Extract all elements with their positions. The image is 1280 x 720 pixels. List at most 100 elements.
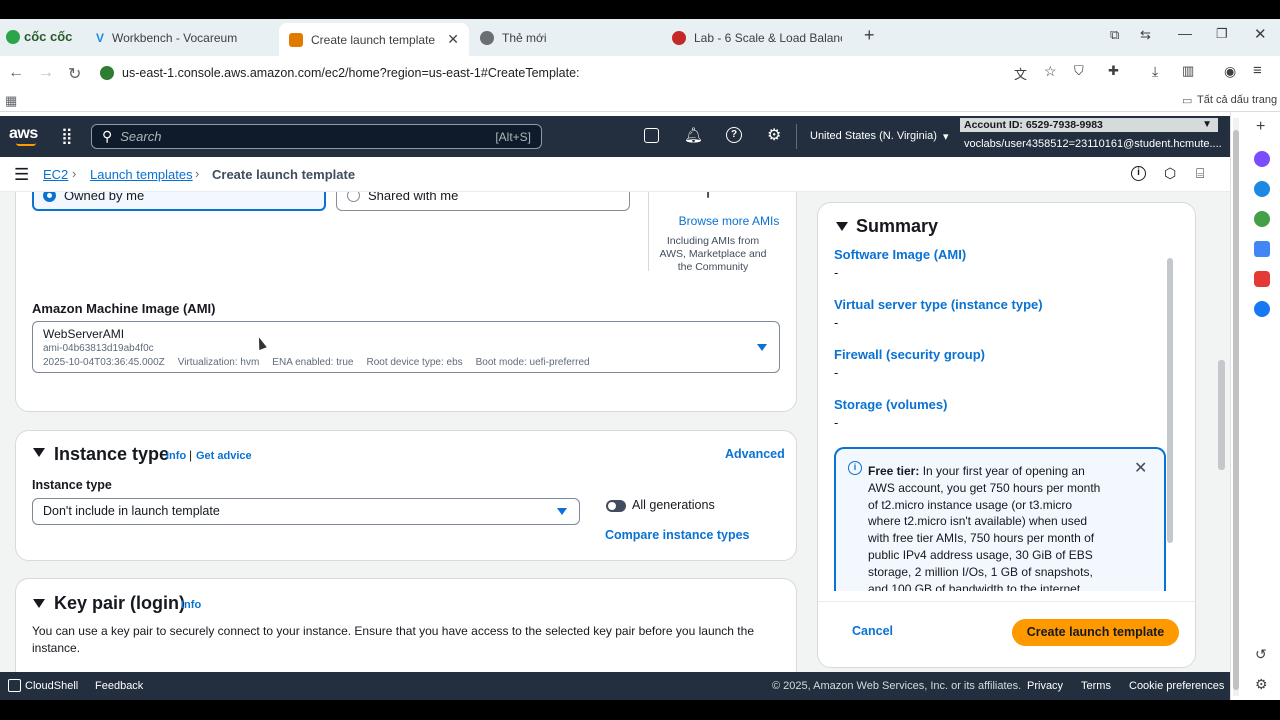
- close-tab-icon[interactable]: ✕: [447, 31, 459, 48]
- cancel-button[interactable]: Cancel: [852, 624, 893, 638]
- settings-gear-icon[interactable]: ⚙: [767, 125, 781, 145]
- apps-grid-icon[interactable]: ▦: [5, 93, 17, 109]
- instance-type-select[interactable]: Don't include in launch template: [32, 498, 580, 525]
- tab-workbench[interactable]: V Workbench - Vocareum: [86, 23, 276, 53]
- feedback-panel-icon[interactable]: ⌸: [1196, 165, 1204, 182]
- free-tier-alert: i ✕ Free tier: In your first year of ope…: [834, 447, 1166, 591]
- services-grid-icon[interactable]: ⣿: [61, 126, 73, 146]
- search-placeholder: Search: [120, 129, 162, 144]
- close-alert-icon[interactable]: ✕: [1134, 458, 1147, 478]
- create-launch-template-button[interactable]: Create launch template: [1012, 619, 1179, 646]
- radio-unselected[interactable]: [347, 192, 360, 202]
- bookmarks-bar: ▦ ▭ Tất cả dấu trang: [0, 90, 1280, 112]
- side-settings-icon[interactable]: ⚙: [1255, 676, 1268, 693]
- advanced-link[interactable]: Advanced: [725, 447, 785, 461]
- owned-by-me-label: Owned by me: [64, 192, 145, 203]
- shield-icon[interactable]: ⛉: [1074, 63, 1084, 79]
- browser-brand[interactable]: cốc cốc: [6, 29, 72, 44]
- console-search[interactable]: ⚲ Search [Alt+S]: [91, 124, 542, 149]
- download-icon[interactable]: ⤓: [1152, 63, 1158, 80]
- summary-ami-link[interactable]: Software Image (AMI): [834, 247, 966, 262]
- minimize-icon[interactable]: —: [1178, 25, 1192, 41]
- summary-ami-value: -: [834, 265, 839, 280]
- tab-label: Lab - 6 Scale & Load Balance yo: [694, 31, 842, 45]
- page-scrollbar[interactable]: [1218, 360, 1225, 470]
- browse-more-amis-link[interactable]: Browse more AMIs: [664, 214, 794, 228]
- all-generations-label: All generations: [632, 498, 715, 512]
- browser-menu-icon[interactable]: ≡: [1253, 62, 1262, 79]
- compare-instance-types-link[interactable]: Compare instance types: [605, 528, 750, 542]
- youtube-icon[interactable]: [1254, 271, 1270, 287]
- cloudshell-nav-icon[interactable]: [644, 128, 659, 143]
- ami-boot-mode: Boot mode: uefi-preferred: [475, 357, 590, 368]
- browser-scrollbar-thumb[interactable]: [1233, 130, 1239, 690]
- owned-by-me-option[interactable]: Owned by me: [32, 192, 326, 211]
- collapse-triangle-icon[interactable]: [33, 448, 45, 457]
- games-icon[interactable]: [1254, 211, 1270, 227]
- sidebar-toggle-icon[interactable]: ▥: [1182, 63, 1194, 79]
- region-selector[interactable]: United States (N. Virginia) ▾: [810, 130, 949, 143]
- new-tab-plus-icon[interactable]: +: [864, 25, 875, 46]
- help-icon[interactable]: ?: [726, 127, 742, 143]
- back-icon[interactable]: ←: [8, 64, 24, 82]
- hamburger-menu-icon[interactable]: ☰: [14, 165, 29, 185]
- info-panel-icon[interactable]: i: [1131, 166, 1146, 181]
- extensions-icon[interactable]: ✚: [1108, 63, 1119, 79]
- caret-down-icon: [557, 508, 567, 515]
- key-pair-info-link[interactable]: Info: [181, 599, 201, 611]
- ami-ena: ENA enabled: true: [272, 357, 354, 368]
- ami-date: 2025-10-04T03:36:45.000Z: [43, 357, 165, 368]
- translate-side-icon[interactable]: [1254, 241, 1270, 257]
- all-bookmarks-label[interactable]: Tất cả dấu trang: [1197, 94, 1277, 106]
- breadcrumb-launch-templates[interactable]: Launch templates: [90, 167, 193, 182]
- chevron-right-icon: ›: [72, 166, 77, 181]
- messenger-icon[interactable]: [1254, 151, 1270, 167]
- get-advice-link[interactable]: Get advice: [196, 450, 252, 462]
- share-icon[interactable]: ⇆: [1140, 27, 1151, 43]
- ami-select[interactable]: WebServerAMI ami-04b63813d19ab4f0c 2025-…: [32, 321, 780, 373]
- browser-brand-label: cốc cốc: [24, 29, 73, 44]
- feedback-link[interactable]: Feedback: [95, 680, 143, 692]
- all-generations-toggle[interactable]: [606, 500, 626, 512]
- tab-lab[interactable]: Lab - 6 Scale & Load Balance yo: [662, 23, 852, 53]
- shared-with-me-option[interactable]: Shared with me: [336, 192, 630, 211]
- vertical-divider: [648, 192, 649, 271]
- url-field[interactable]: us-east-1.console.aws.amazon.com/ec2/hom…: [94, 60, 1274, 86]
- cloudshell-link[interactable]: CloudShell: [25, 680, 78, 692]
- collapse-triangle-icon[interactable]: [836, 222, 848, 231]
- account-id-badge[interactable]: Account ID: 6529-7938-9983 ▼: [960, 118, 1218, 132]
- profile-icon[interactable]: ◉: [1224, 63, 1236, 80]
- facebook-icon[interactable]: [1254, 301, 1270, 317]
- radio-selected[interactable]: [43, 192, 56, 202]
- side-add-icon[interactable]: +: [1256, 118, 1265, 136]
- reload-icon[interactable]: ↻: [68, 64, 81, 84]
- history-icon[interactable]: ↺: [1255, 646, 1267, 663]
- restore-icon[interactable]: ❐: [1216, 26, 1228, 42]
- shortcuts-icon[interactable]: ⬡: [1164, 165, 1176, 182]
- user-label[interactable]: voclabs/user4358512=23110161@student.hcm…: [964, 138, 1222, 150]
- instance-type-info-link[interactable]: Info: [166, 450, 186, 462]
- notifications-bell-icon[interactable]: 🔔︎: [684, 126, 703, 144]
- forward-icon[interactable]: →: [38, 64, 54, 82]
- summary-firewall-link[interactable]: Firewall (security group): [834, 347, 985, 362]
- summary-storage-link[interactable]: Storage (volumes): [834, 397, 947, 412]
- summary-instance-type-link[interactable]: Virtual server type (instance type): [834, 297, 1043, 312]
- screen-cast-icon[interactable]: ⧉: [1110, 27, 1119, 43]
- collapse-triangle-icon[interactable]: [33, 599, 45, 608]
- instance-type-title: Instance type: [54, 444, 170, 464]
- terms-link[interactable]: Terms: [1081, 680, 1111, 692]
- close-window-icon[interactable]: ✕: [1254, 25, 1267, 43]
- summary-scrollbar[interactable]: [1167, 258, 1173, 543]
- cookie-preferences-link[interactable]: Cookie preferences: [1129, 680, 1224, 692]
- account-caret-icon: ▼: [1202, 119, 1212, 130]
- tab-new[interactable]: Thẻ mới: [470, 23, 660, 53]
- privacy-link[interactable]: Privacy: [1027, 680, 1063, 692]
- bookmark-star-icon[interactable]: ☆: [1044, 63, 1057, 80]
- tab-create-launch-template[interactable]: Create launch template | EC ✕: [279, 23, 469, 56]
- translate-icon[interactable]: 文: [1014, 64, 1027, 83]
- zalo-icon[interactable]: [1254, 181, 1270, 197]
- site-info-icon[interactable]: [100, 66, 114, 80]
- copyright-text: © 2025, Amazon Web Services, Inc. or its…: [772, 680, 1022, 692]
- breadcrumb-ec2[interactable]: EC2: [43, 167, 68, 182]
- aws-logo[interactable]: aws: [9, 125, 38, 143]
